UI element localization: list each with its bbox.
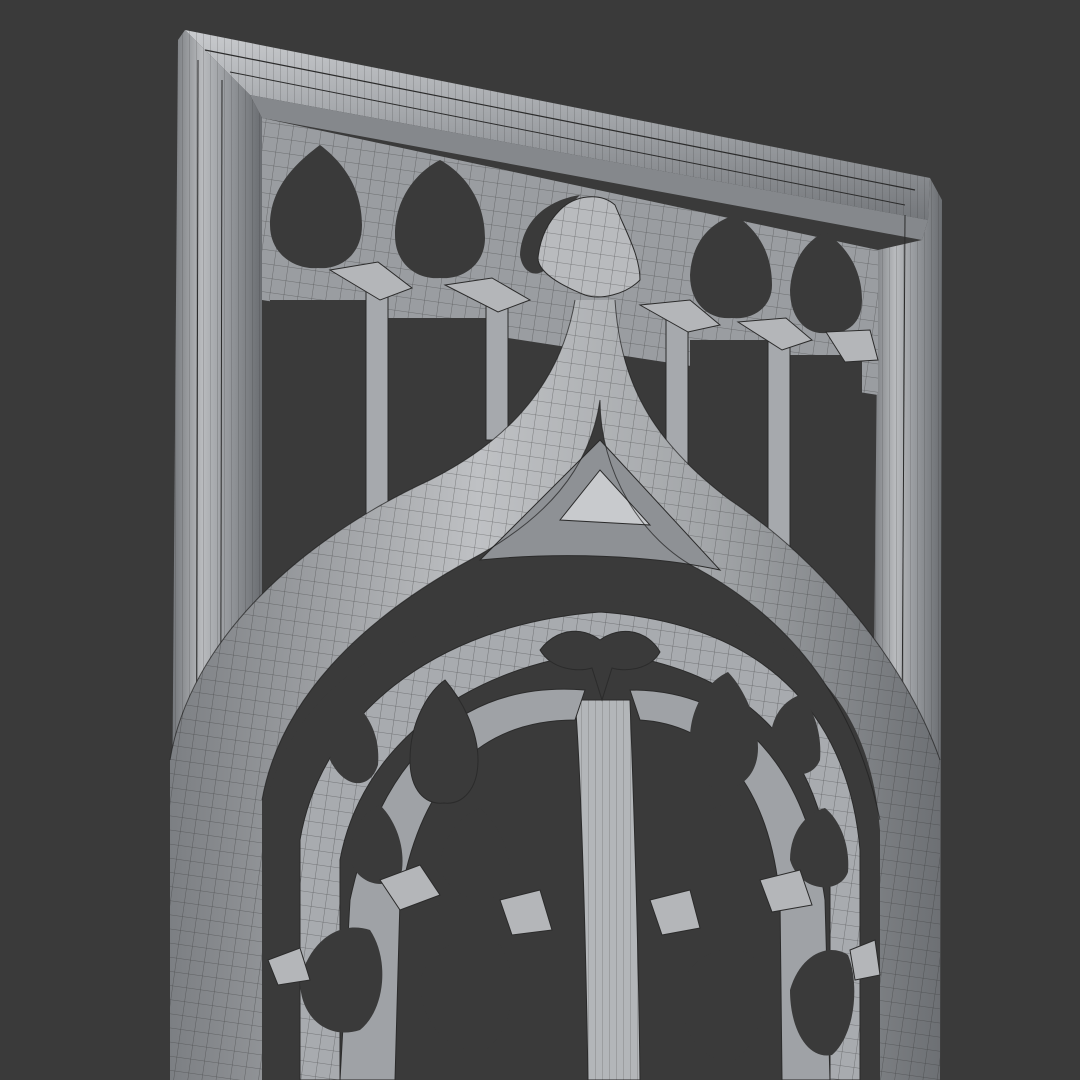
tracery-render [0,0,1080,1080]
inner-lancets [262,600,881,1080]
3d-viewport [0,0,1080,1080]
